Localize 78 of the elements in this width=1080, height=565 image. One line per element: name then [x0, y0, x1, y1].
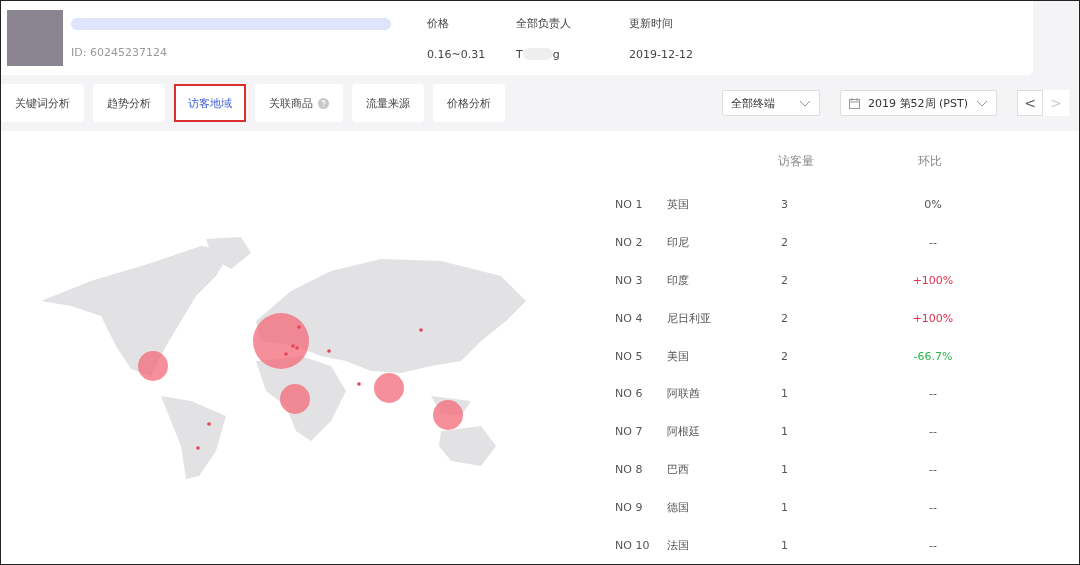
rank-cell-text: NO 4	[615, 311, 644, 325]
change-cell-text: --	[928, 500, 938, 514]
help-icon	[318, 97, 329, 109]
rank-cell-text: NO 6	[615, 387, 644, 401]
rank-cell-text: NO 8	[615, 462, 644, 476]
chevron-down-icon	[799, 99, 812, 107]
visitor-count-cell-text: 2	[781, 274, 789, 287]
owner-name-end: g	[552, 47, 560, 61]
product-photo-placeholder	[7, 10, 63, 66]
country-cell-text: 印尼	[667, 235, 690, 251]
country-cell-text: 印度	[667, 273, 690, 288]
visitor-count-cell-text: 1	[781, 538, 789, 552]
visitor-dot[interactable]	[291, 344, 295, 348]
calendar-icon	[849, 97, 861, 109]
country-cell-text: 德国	[667, 499, 690, 515]
rank-cell-text: NO 1	[615, 198, 644, 212]
visitor-count-cell-text: 2	[781, 236, 789, 250]
country-cell-text: 英国	[667, 197, 690, 213]
change-cell-text: 0%	[923, 198, 943, 212]
product-id: ID: 60245237124	[71, 45, 168, 59]
week-dropdown[interactable]: 2019 第52周 (PST)	[840, 90, 997, 116]
visitor-dot[interactable]	[295, 346, 299, 350]
tab[interactable]: 趋势分析	[93, 84, 165, 122]
visitor-count-cell-text: 2	[781, 311, 789, 325]
country-cell-text: 美国	[667, 348, 690, 364]
visitor-bubble[interactable]	[253, 313, 309, 369]
rank-cell-text: NO 10	[615, 538, 651, 552]
rank-cell-text: NO 3	[615, 274, 644, 287]
column-header: 访客量	[778, 153, 815, 170]
price-value: 0.16~0.31	[427, 47, 487, 61]
change-cell-text: +100%	[911, 274, 955, 287]
tab[interactable]: 关联商品	[255, 84, 343, 122]
visitor-dot[interactable]	[357, 382, 361, 386]
visitor-bubble[interactable]	[433, 400, 463, 430]
visitor-count-cell-text: 1	[781, 462, 789, 476]
rank-cell-text: NO 7	[615, 425, 644, 439]
tab[interactable]: 访客地域	[174, 84, 246, 122]
visitor-dot[interactable]	[327, 349, 331, 353]
rank-cell-text: NO 5	[615, 349, 644, 363]
change-cell-text: --	[928, 425, 938, 439]
visitor-bubble[interactable]	[280, 384, 310, 414]
visitor-count-cell-text: 1	[781, 387, 789, 401]
change-cell-text: -66.7%	[912, 349, 954, 363]
change-cell-text: --	[928, 462, 938, 476]
price-label: 价格	[427, 15, 450, 31]
owner-name-start: T	[516, 47, 523, 61]
column-header: 环比	[917, 153, 943, 170]
change-cell-text: --	[928, 538, 938, 552]
visitor-dot[interactable]	[207, 422, 211, 426]
visitor-count-cell-text: 1	[781, 500, 789, 514]
country-cell-text: 巴西	[667, 461, 690, 477]
country-cell-text: 法国	[667, 537, 690, 553]
visitor-dot[interactable]	[284, 352, 288, 356]
change-cell-text: +100%	[911, 311, 955, 325]
owner-label: 全部负责人	[516, 15, 572, 31]
rank-cell-text: NO 9	[615, 500, 644, 514]
visitor-dot[interactable]	[419, 328, 423, 332]
visitor-count-cell-text: 1	[781, 425, 789, 439]
rank-cell-text: NO 2	[615, 236, 644, 250]
country-cell-text: 阿联酋	[667, 386, 701, 402]
visitor-dot[interactable]	[196, 446, 200, 450]
visitor-bubble[interactable]	[138, 351, 168, 381]
visitor-count-cell-text: 2	[781, 349, 789, 363]
updated-label: 更新时间	[629, 15, 674, 31]
tab[interactable]: 流量来源	[352, 84, 424, 122]
change-cell-text: --	[928, 387, 938, 401]
visitor-dot[interactable]	[297, 325, 301, 329]
change-cell-text: --	[928, 236, 938, 250]
tab[interactable]: 价格分析	[433, 84, 505, 122]
chevron-down-icon	[976, 99, 988, 107]
visitor-bubble[interactable]	[374, 373, 404, 403]
visitor-count-cell-text: 3	[781, 198, 789, 212]
updated-value: 2019-12-12	[629, 47, 693, 61]
tab[interactable]: 关键词分析	[1, 84, 84, 122]
terminal-dropdown[interactable]: 全部终端	[722, 90, 821, 116]
country-cell-text: 阿根廷	[667, 424, 701, 440]
previous-button[interactable]: <	[1017, 90, 1043, 116]
country-cell-text: 尼日利亚	[667, 310, 712, 326]
